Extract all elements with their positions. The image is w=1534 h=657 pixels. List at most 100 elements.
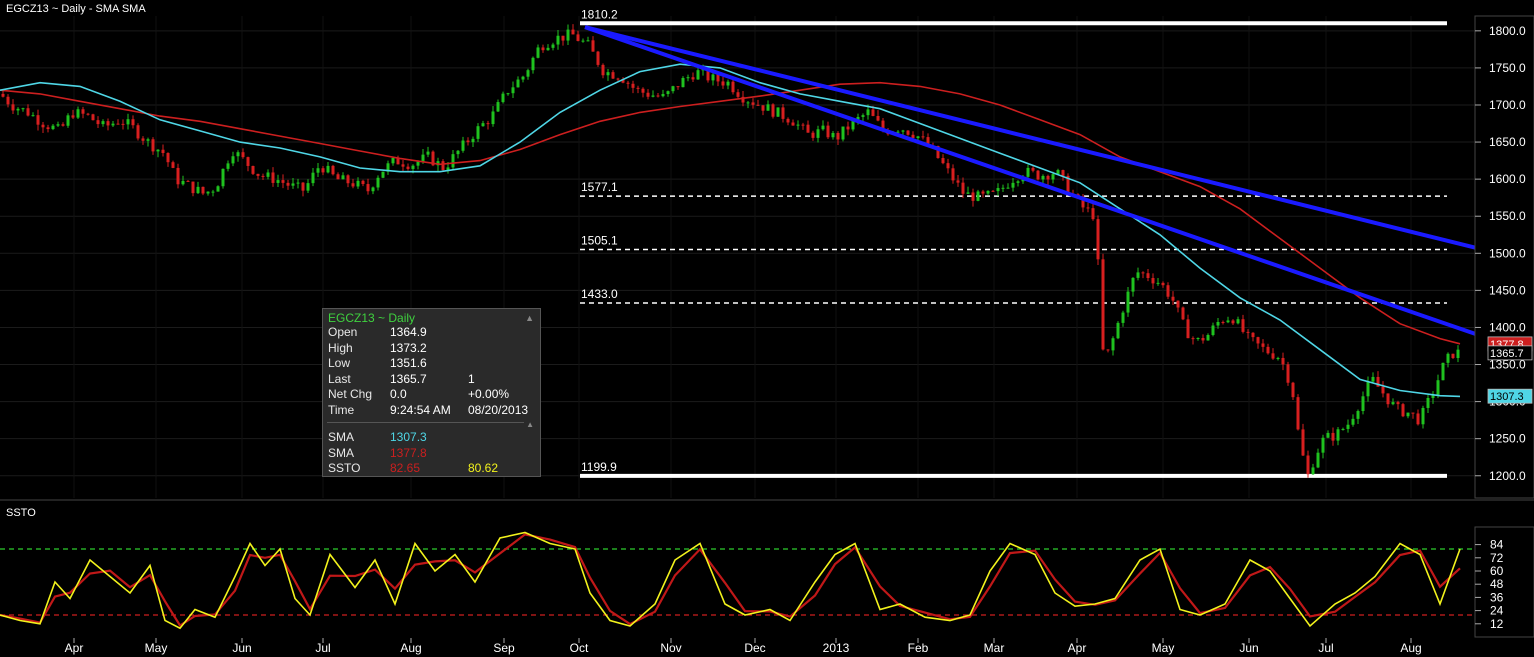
candle-body — [1256, 337, 1260, 344]
candle-body — [326, 165, 330, 173]
candle-body — [731, 81, 735, 93]
month-label: Sep — [493, 641, 515, 655]
candle-body — [1216, 321, 1220, 326]
candle-body — [1441, 362, 1445, 381]
candle-body — [746, 102, 750, 104]
candle-body — [151, 139, 155, 152]
candle-body — [666, 91, 670, 95]
candle-body — [216, 186, 220, 192]
candle-body — [186, 180, 190, 182]
row-label: High — [328, 340, 353, 355]
candle-body — [1206, 335, 1210, 341]
month-label: Aug — [400, 641, 421, 655]
candle-body — [406, 166, 410, 169]
candle-body — [1136, 272, 1140, 278]
candle-body — [1191, 338, 1195, 340]
candle-body — [466, 140, 470, 143]
candle-body — [576, 34, 580, 41]
candle-body — [551, 44, 555, 48]
candle-body — [141, 138, 145, 141]
candle-body — [286, 182, 290, 186]
candle-body — [51, 125, 55, 130]
candle-body — [991, 190, 995, 192]
candle-body — [256, 173, 260, 176]
candle-body — [986, 190, 990, 194]
candle-body — [1131, 277, 1135, 292]
candle-body — [271, 172, 275, 183]
candle-body — [1346, 424, 1350, 429]
candle-body — [541, 47, 545, 51]
row-label: Time — [328, 402, 355, 417]
candle-body — [721, 81, 725, 86]
candle-body — [81, 109, 85, 114]
candle-body — [921, 136, 925, 138]
time-axis-strip — [0, 638, 1534, 657]
candle-body — [1311, 467, 1315, 475]
candle-body — [481, 123, 485, 127]
price-tick-label: 1800.0 — [1489, 24, 1526, 38]
month-label: Mar — [984, 641, 1005, 655]
data-window-panel[interactable]: EGCZ13 ~ Daily ▲ Open 1364.9 High 1373.2… — [322, 308, 541, 477]
candle-body — [236, 152, 240, 157]
candle-body — [1391, 402, 1395, 405]
candle-body — [1321, 437, 1325, 453]
ssto-tick-label: 72 — [1490, 551, 1504, 565]
row-value: 1351.6 — [390, 356, 427, 370]
indicator-extra: 80.62 — [468, 461, 499, 475]
candle-body — [156, 149, 160, 152]
row-extra: 1 — [468, 371, 475, 386]
candle-body — [321, 168, 325, 173]
row-value: 1364.9 — [390, 325, 427, 339]
row-ssto: SSTO 82.65 80.62 — [328, 461, 540, 476]
candle-body — [1241, 319, 1245, 332]
candle-body — [1301, 429, 1305, 456]
candle-body — [911, 134, 915, 139]
candle-body — [381, 171, 385, 178]
candle-body — [226, 163, 230, 169]
candle-body — [1291, 382, 1295, 398]
candle-body — [711, 74, 715, 81]
candle-body — [1146, 273, 1150, 279]
candle-body — [1446, 353, 1450, 363]
candle-body — [1116, 322, 1120, 339]
candle-body — [1031, 167, 1035, 171]
candle-body — [1411, 412, 1415, 414]
candle-body — [211, 191, 215, 193]
candle-body — [441, 161, 445, 170]
candle-body — [251, 165, 255, 174]
candle-body — [1236, 319, 1240, 324]
candle-body — [646, 92, 650, 97]
candle-body — [791, 122, 795, 126]
candle-body — [1296, 397, 1300, 430]
candle-body — [1281, 357, 1285, 365]
candle-body — [1366, 381, 1370, 397]
candle-body — [1401, 404, 1405, 417]
candle-body — [716, 74, 720, 82]
time-axis[interactable]: Apr May Jun Jul Aug Sep Oct Nov Dec 2013 Feb Mar Apr… — [0, 638, 1534, 657]
candle-body — [6, 96, 10, 105]
candle-body — [1451, 353, 1455, 358]
candle-body — [296, 182, 300, 184]
price-axis[interactable]: 1200.01250.01300.01350.01400.01450.01500… — [1474, 15, 1534, 499]
candle-body — [1121, 312, 1125, 323]
candle-body — [616, 78, 620, 80]
candle-body — [336, 174, 340, 180]
indicator-value: 1307.3 — [390, 430, 427, 444]
candle-body — [316, 168, 320, 173]
price-badge-label: 1365.7 — [1490, 348, 1524, 360]
candle-body — [1011, 182, 1015, 188]
ssto-axis[interactable]: 12243648607284 — [1474, 526, 1534, 638]
candle-body — [826, 125, 830, 138]
chart-canvas: 1810.2 1577.1 1505.1 1433.0 1199.9 1200.0 125… — [0, 0, 1534, 657]
candle-body — [946, 163, 950, 169]
candle-body — [1271, 353, 1275, 359]
level-label: 1810.2 — [581, 7, 618, 21]
candle-body — [686, 77, 690, 79]
row-extra: +0.00% — [468, 387, 510, 401]
candle-body — [1006, 187, 1010, 189]
level-label: 1505.1 — [581, 234, 618, 248]
candle-body — [1316, 452, 1320, 468]
candle-body — [131, 119, 135, 126]
candle-body — [1421, 407, 1425, 425]
candle-body — [631, 83, 635, 88]
